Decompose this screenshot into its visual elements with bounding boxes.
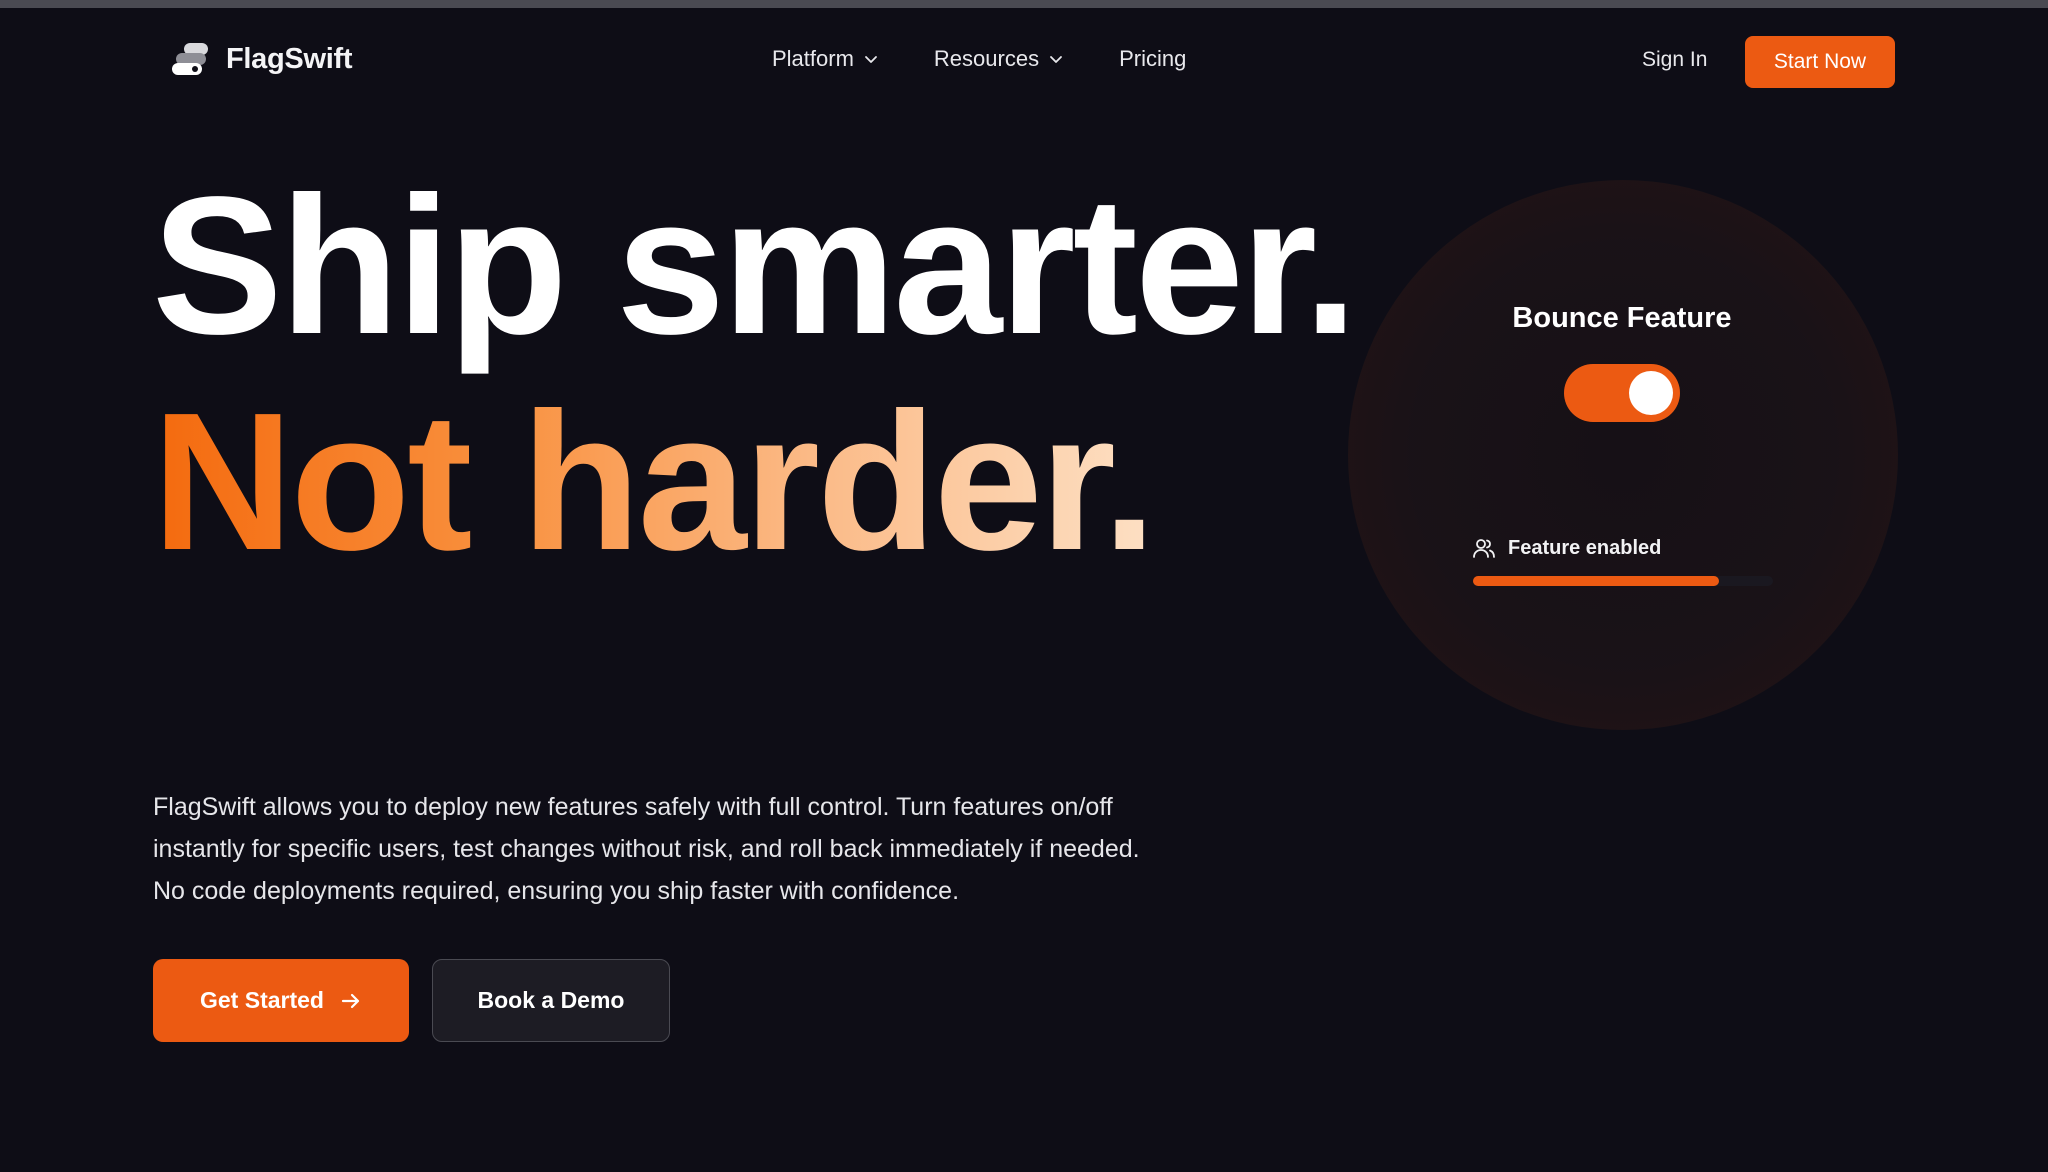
description-line: instantly for specific users, test chang… <box>153 835 1140 863</box>
top-navigation: FlagSwift Platform Resources Pricing Sig… <box>0 8 2048 100</box>
nav-item-label: Pricing <box>1119 46 1187 71</box>
description-line: FlagSwift allows you to deploy new featu… <box>153 793 1113 821</box>
nav-item-label: Resources <box>933 46 1040 71</box>
feature-status: Feature enabled <box>1472 536 1661 560</box>
nav-item-resources[interactable]: Resources <box>934 46 1063 72</box>
nav-item-label: Platform <box>772 46 854 71</box>
nav-item-pricing[interactable]: Pricing <box>1119 46 1186 72</box>
sign-in-link[interactable]: Sign In <box>1642 48 1707 72</box>
book-demo-button[interactable]: Book a Demo <box>432 959 670 1042</box>
rollout-progress-bar <box>1473 576 1773 586</box>
nav-item-platform[interactable]: Platform <box>772 46 878 72</box>
feature-toggle[interactable] <box>1564 364 1680 422</box>
feature-title: Bounce Feature <box>1512 302 1732 334</box>
rollout-progress-fill <box>1473 576 1719 586</box>
get-started-label: Get Started <box>200 987 324 1013</box>
description-line: No code deployments required, ensuring y… <box>153 877 960 905</box>
hero-headline-line2: Not harder. <box>152 372 1157 591</box>
users-icon <box>1473 539 1495 558</box>
hero-description: FlagSwift allows you to deploy new featu… <box>153 786 1253 912</box>
chevron-down-icon <box>865 56 877 63</box>
get-started-button[interactable]: Get Started <box>153 959 409 1042</box>
brand[interactable]: FlagSwift <box>172 36 352 82</box>
toggle-knob <box>1629 371 1673 415</box>
arrow-right-icon <box>341 993 360 1008</box>
widget-glow-backdrop <box>1348 180 1898 730</box>
flagswift-logo-icon <box>172 41 212 77</box>
status-label: Feature enabled <box>1508 536 1662 559</box>
chevron-down-icon <box>1050 56 1062 63</box>
brand-name: FlagSwift <box>226 42 353 75</box>
hero-headline-line1: Ship smarter. <box>152 156 1358 375</box>
start-now-button[interactable]: Start Now <box>1745 36 1895 88</box>
window-top-border <box>0 0 2048 8</box>
nav-links: Platform Resources Pricing <box>772 38 1186 80</box>
